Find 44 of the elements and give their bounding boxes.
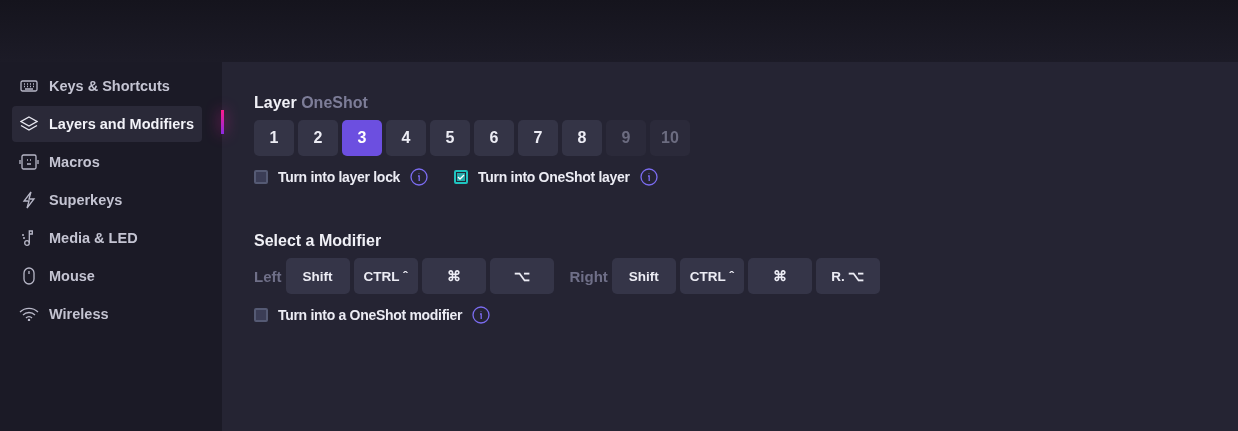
section-title: Select a Modifier <box>254 232 383 250</box>
wifi-icon <box>19 307 39 321</box>
layers-icon <box>20 116 38 132</box>
modifier-key-button[interactable]: Shift <box>285 258 350 294</box>
sidebar-item[interactable]: Wireless <box>12 296 202 332</box>
modifier-key-button[interactable]: CTRL ˆ <box>353 258 418 294</box>
macro-icon <box>19 154 39 170</box>
checkbox[interactable] <box>454 170 469 184</box>
side-label: Left <box>254 267 282 285</box>
modifier-key-button[interactable]: ⌘ <box>421 258 486 294</box>
keyboard-icon <box>20 80 38 92</box>
info-icon[interactable] <box>410 168 429 186</box>
layer-button[interactable]: 4 <box>386 120 426 156</box>
layer-button[interactable]: 2 <box>298 120 338 156</box>
checkbox-label: Turn into a OneShot modifier <box>278 307 463 323</box>
sidebar-item[interactable]: Superkeys <box>12 182 202 218</box>
sidebar-item[interactable]: Keys & Shortcuts <box>12 68 202 104</box>
section-title: Layer <box>254 94 297 111</box>
layer-button[interactable]: 5 <box>430 120 470 156</box>
checkbox[interactable] <box>254 308 268 322</box>
info-icon[interactable] <box>472 306 491 324</box>
layer-button[interactable]: 8 <box>562 120 602 156</box>
layer-button[interactable]: 6 <box>474 120 514 156</box>
checkbox-label: Turn into OneShot layer <box>478 169 630 185</box>
sidebar-item[interactable]: Macros <box>12 144 202 180</box>
checkbox[interactable] <box>254 170 268 184</box>
side-label: Right <box>569 267 608 285</box>
modifier-key-button[interactable]: CTRL ˆ <box>679 258 744 294</box>
modifier-key-button[interactable]: Shift <box>611 258 676 294</box>
mouse-icon <box>23 267 35 285</box>
sidebar-item[interactable]: Mouse <box>12 258 202 294</box>
modifier-key-button[interactable]: ⌥ <box>489 258 554 294</box>
sidebar-item[interactable]: Layers and Modifiers <box>12 106 202 142</box>
layer-button[interactable]: 1 <box>254 120 294 156</box>
bolt-icon <box>22 191 36 209</box>
modifier-key-button[interactable]: R. ⌥ <box>815 258 880 294</box>
layer-button[interactable]: 7 <box>518 120 558 156</box>
section-subtitle: OneShot <box>301 94 368 111</box>
sidebar-item[interactable]: Media & LED <box>12 220 202 256</box>
info-icon[interactable] <box>639 168 658 186</box>
modifier-key-button[interactable]: ⌘ <box>747 258 812 294</box>
checkmark-icon <box>457 174 466 180</box>
checkbox-label: Turn into layer lock <box>278 169 401 185</box>
layer-button[interactable]: 3 <box>342 120 382 156</box>
